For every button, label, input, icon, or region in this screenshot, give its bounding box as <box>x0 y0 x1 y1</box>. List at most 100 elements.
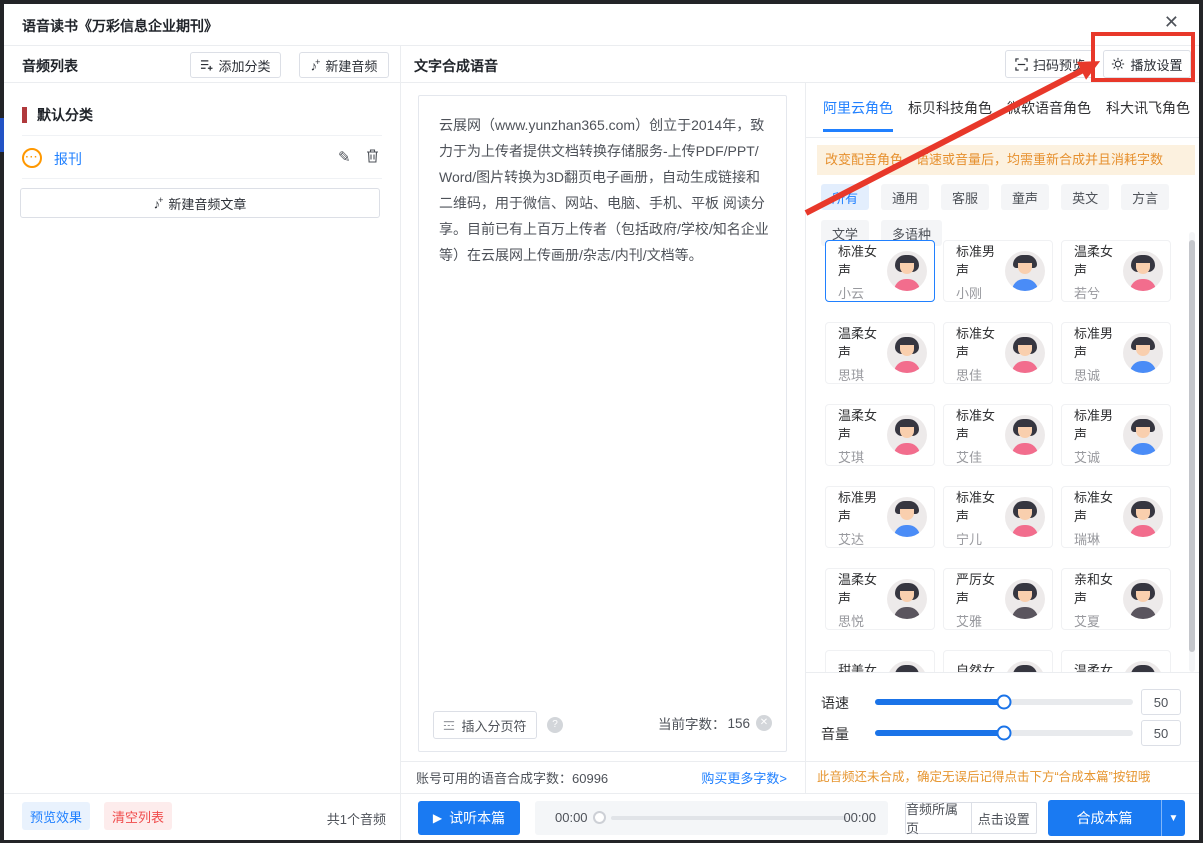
voice-avatar-icon <box>887 497 927 537</box>
click-set-button[interactable]: 点击设置 <box>972 803 1037 833</box>
category-badge-icon: ··· <box>22 148 42 168</box>
voice-name: 艾雅 <box>956 611 1005 630</box>
music-note-icon: ♪+ <box>154 195 164 211</box>
voice-avatar-icon <box>887 333 927 373</box>
speed-slider-handle[interactable] <box>997 695 1012 710</box>
voice-name: 思琪 <box>838 365 887 384</box>
divider <box>22 135 382 136</box>
voice-card-思琪[interactable]: 温柔女声思琪 <box>825 322 935 384</box>
voice-type: 温柔女声 <box>1074 660 1123 672</box>
divider <box>805 137 1199 138</box>
voice-card-艾雅[interactable]: 严厉女声艾雅 <box>943 568 1053 630</box>
volume-slider[interactable] <box>875 730 1133 736</box>
voice-card-自然女声[interactable]: 自然女声 <box>943 650 1053 672</box>
synthesize-dropdown[interactable]: ▼ <box>1161 800 1185 836</box>
divider <box>4 82 1199 83</box>
voice-card-小云[interactable]: 标准女声小云 <box>825 240 935 302</box>
tab-科大讯飞角色[interactable]: 科大讯飞角色 <box>1106 98 1190 132</box>
voice-avatar-icon <box>887 661 927 672</box>
current-time: 00:00 <box>555 810 588 825</box>
background-fragment <box>0 118 4 152</box>
voice-card-温柔女声[interactable]: 温柔女声 <box>1061 650 1171 672</box>
help-icon[interactable]: ? <box>547 717 563 733</box>
filter-chip-客服[interactable]: 客服 <box>941 184 989 210</box>
new-audio-button[interactable]: ♪+ 新建音频 <box>299 52 389 78</box>
close-icon[interactable]: ✕ <box>1164 12 1179 33</box>
voice-card-艾夏[interactable]: 亲和女声艾夏 <box>1061 568 1171 630</box>
speed-value-input[interactable] <box>1141 689 1181 715</box>
dropdown-arrow-icon: ▼ <box>1169 813 1179 824</box>
voice-card-艾达[interactable]: 标准男声艾达 <box>825 486 935 548</box>
voice-avatar-icon <box>1123 497 1163 537</box>
volume-slider-handle[interactable] <box>997 726 1012 741</box>
buy-more-link[interactable]: 购买更多字数> <box>701 768 787 787</box>
voice-avatar-icon <box>1005 415 1045 455</box>
delete-icon[interactable] <box>366 149 379 168</box>
voice-name: 艾达 <box>838 529 887 548</box>
voice-type: 标准男声 <box>1074 405 1123 443</box>
voice-avatar-icon <box>1005 333 1045 373</box>
voice-card-艾琪[interactable]: 温柔女声艾琪 <box>825 404 935 466</box>
voice-type: 亲和女声 <box>1074 569 1123 607</box>
filter-chip-通用[interactable]: 通用 <box>881 184 929 210</box>
voice-type: 标准女声 <box>956 405 1005 443</box>
volume-slider-row: 音量 <box>805 720 1199 746</box>
voice-card-小刚[interactable]: 标准男声小刚 <box>943 240 1053 302</box>
speed-slider[interactable] <box>875 699 1133 705</box>
volume-value-input[interactable] <box>1141 720 1181 746</box>
voice-card-思诚[interactable]: 标准男声思诚 <box>1061 322 1171 384</box>
new-audio-article-button[interactable]: ♪+ 新建音频文章 <box>20 188 380 218</box>
voice-avatar-icon <box>1005 497 1045 537</box>
tts-textarea[interactable]: 云展网（www.yunzhan365.com）创立于2014年，致力于为上传者提… <box>418 95 787 752</box>
player-progress-handle[interactable] <box>593 811 606 824</box>
add-category-button[interactable]: 添加分类 <box>190 52 281 78</box>
tab-阿里云角色[interactable]: 阿里云角色 <box>823 98 893 132</box>
account-row: 账号可用的语音合成字数：60996 购买更多字数> <box>400 761 805 793</box>
total-time: 00:00 <box>843 810 876 825</box>
voice-type: 标准女声 <box>956 323 1005 361</box>
voice-card-艾佳[interactable]: 标准女声艾佳 <box>943 404 1053 466</box>
not-synthesized-notice: 此音频还未合成，确定无误后记得点击下方“合成本篇”按钮哦 <box>817 761 1199 793</box>
filter-chip-童声[interactable]: 童声 <box>1001 184 1049 210</box>
char-count: 当前字数：156 ✕ <box>658 713 772 733</box>
add-audio-icon: ♪+ <box>311 57 321 73</box>
voice-card-思悦[interactable]: 温柔女声思悦 <box>825 568 935 630</box>
edit-icon[interactable]: ✎ <box>338 148 351 166</box>
voice-card-思佳[interactable]: 标准女声思佳 <box>943 322 1053 384</box>
voice-avatar-icon <box>1123 333 1163 373</box>
voice-card-瑞琳[interactable]: 标准女声瑞琳 <box>1061 486 1171 548</box>
voice-avatar-icon <box>887 251 927 291</box>
synthesize-button[interactable]: 合成本篇 <box>1048 800 1161 836</box>
audio-list-item[interactable]: ··· 报刊 ✎ <box>4 138 400 178</box>
voice-type: 标准女声 <box>838 241 887 279</box>
preview-effect-button[interactable]: 预览效果 <box>22 802 90 830</box>
voice-type: 甜美女声 <box>838 660 887 672</box>
audio-item-label[interactable]: 报刊 <box>54 149 82 169</box>
voice-name: 思诚 <box>1074 365 1123 384</box>
listen-button[interactable]: ▶ 试听本篇 <box>418 801 520 835</box>
volume-slider-fill <box>875 730 1004 736</box>
voice-card-甜美女声[interactable]: 甜美女声 <box>825 650 935 672</box>
voice-grid: 标准女声小云标准男声小刚温柔女声若兮温柔女声思琪标准女声思佳标准男声思诚温柔女声… <box>805 232 1199 672</box>
voice-type: 温柔女声 <box>838 323 887 361</box>
scrollbar-thumb[interactable] <box>1189 240 1195 652</box>
player-progress-track[interactable] <box>611 816 847 820</box>
filter-chip-方言[interactable]: 方言 <box>1121 184 1169 210</box>
voice-avatar-icon <box>1123 251 1163 291</box>
clear-list-button[interactable]: 清空列表 <box>104 802 172 830</box>
filter-chip-英文[interactable]: 英文 <box>1061 184 1109 210</box>
clear-text-icon[interactable]: ✕ <box>756 715 772 731</box>
divider <box>4 45 1199 46</box>
voice-card-若兮[interactable]: 温柔女声若兮 <box>1061 240 1171 302</box>
voice-name: 艾夏 <box>1074 611 1123 630</box>
voice-type: 温柔女声 <box>838 405 887 443</box>
voice-avatar-icon <box>1123 579 1163 619</box>
scrollbar-track[interactable] <box>1189 232 1195 672</box>
voice-card-宁儿[interactable]: 标准女声宁儿 <box>943 486 1053 548</box>
audio-page-button[interactable]: 音频所属页 <box>906 803 972 833</box>
dialog-title: 语音读书《万彩信息企业期刊》 <box>22 16 218 36</box>
tts-text-content[interactable]: 云展网（www.yunzhan365.com）创立于2014年，致力于为上传者提… <box>439 112 770 268</box>
voice-card-艾诚[interactable]: 标准男声艾诚 <box>1061 404 1171 466</box>
voice-name: 艾佳 <box>956 447 1005 466</box>
insert-pagebreak-button[interactable]: 插入分页符 <box>433 711 537 739</box>
